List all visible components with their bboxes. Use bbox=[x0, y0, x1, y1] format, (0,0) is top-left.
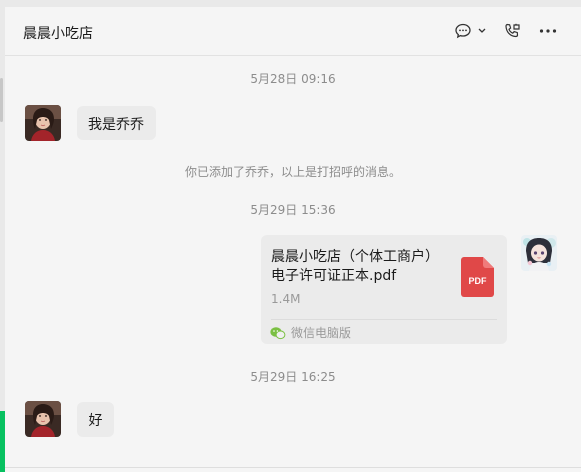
contact-avatar[interactable] bbox=[25, 401, 61, 437]
file-name-line: 晨晨小吃店（个体工商户） bbox=[271, 249, 439, 265]
timestamp: 5月29日 15:36 bbox=[250, 203, 336, 217]
scrollbar[interactable] bbox=[0, 78, 3, 122]
my-avatar[interactable] bbox=[521, 235, 557, 271]
chat-window: 晨晨小吃店 5月28日 09:16 我是乔乔 你已添加了乔乔，以上是打招呼的消息… bbox=[5, 7, 581, 472]
divider bbox=[271, 319, 497, 320]
timestamp: 5月29日 16:25 bbox=[250, 370, 336, 384]
file-source-label: 微信电脑版 bbox=[291, 326, 352, 340]
sidebar-accent bbox=[0, 411, 5, 472]
message-bubble[interactable]: 好 bbox=[77, 402, 114, 437]
message-bubble[interactable]: 我是乔乔 bbox=[77, 106, 156, 140]
chat-bubble-icon[interactable] bbox=[453, 20, 473, 42]
file-name: 晨晨小吃店（个体工商户） 电子许可证正本.pdf bbox=[271, 248, 451, 286]
chat-title: 晨晨小吃店 bbox=[23, 26, 93, 42]
pdf-file-icon: PDF bbox=[461, 257, 494, 297]
wechat-pc-icon bbox=[270, 325, 286, 344]
file-message-card[interactable]: 晨晨小吃店（个体工商户） 电子许可证正本.pdf PDF 1.4M 微信电脑版 bbox=[261, 235, 507, 344]
chat-header: 晨晨小吃店 bbox=[5, 7, 581, 56]
pdf-badge-label: PDF bbox=[469, 276, 488, 286]
input-divider bbox=[5, 467, 581, 468]
contact-avatar[interactable] bbox=[25, 105, 61, 141]
chevron-down-icon[interactable] bbox=[476, 20, 488, 42]
timestamp: 5月28日 09:16 bbox=[250, 72, 336, 86]
voice-call-icon[interactable] bbox=[502, 20, 522, 42]
file-size: 1.4M bbox=[271, 292, 301, 306]
file-name-line: 电子许可证正本.pdf bbox=[271, 268, 397, 284]
system-message: 你已添加了乔乔，以上是打招呼的消息。 bbox=[184, 165, 401, 179]
more-icon[interactable] bbox=[538, 20, 558, 42]
